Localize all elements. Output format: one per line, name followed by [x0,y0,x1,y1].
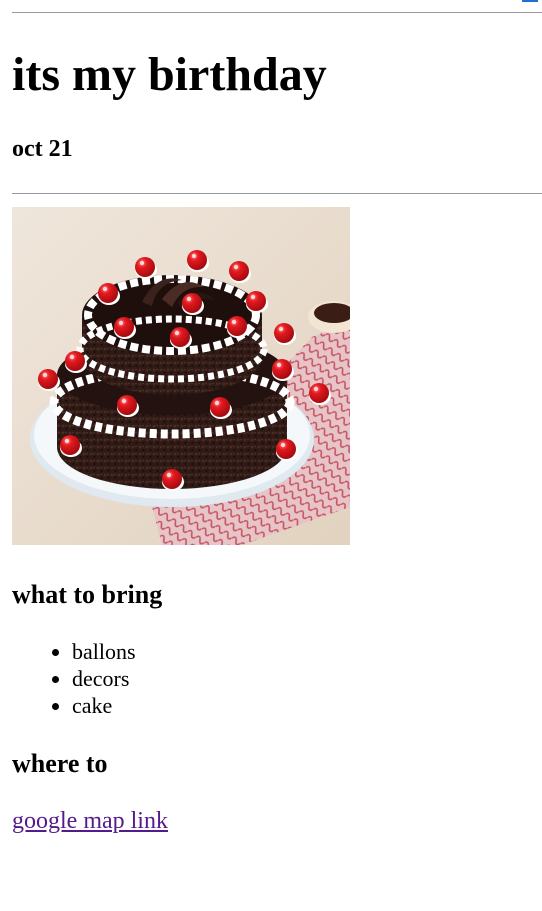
section-divider [12,193,542,194]
event-date: oct 21 [12,136,73,162]
cake-photo-icon [12,207,350,545]
list-item: cake [72,692,136,719]
birthday-cake-image [12,207,350,545]
page-title: its my birthday [12,48,327,101]
corner-scroll-marker [522,0,538,2]
google-map-link[interactable]: google map link [12,806,168,836]
what-to-bring-heading: what to bring [12,580,163,609]
list-item: decors [72,665,136,692]
bring-list: ballons decors cake [12,638,136,719]
top-divider [12,12,542,13]
list-item: ballons [72,638,136,665]
where-to-heading: where to [12,749,108,778]
